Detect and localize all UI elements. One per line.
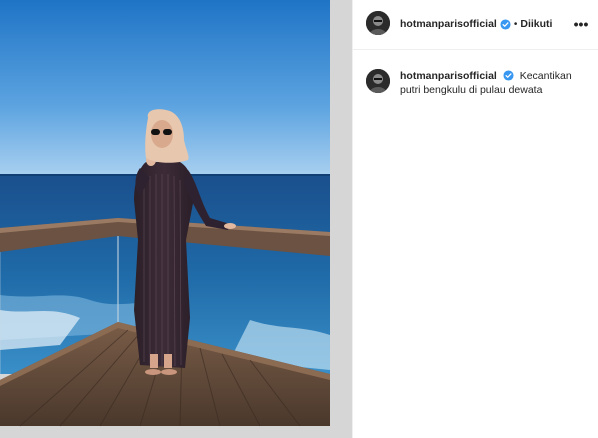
caption-avatar[interactable]: [366, 69, 390, 93]
header-row: hotmanparisofficial • Diikuti: [400, 16, 552, 32]
verified-badge-icon: [500, 18, 511, 30]
post-photo-image: [0, 0, 352, 438]
more-icon: •••: [573, 16, 589, 32]
avatar-image: [366, 11, 390, 35]
caption: hotmanparisofficial Kecantikan putri ben…: [400, 69, 590, 97]
follow-button[interactable]: Diikuti: [520, 18, 552, 30]
post-photo[interactable]: [0, 0, 352, 438]
caption-username-link[interactable]: hotmanparisofficial: [400, 70, 497, 82]
separator-dot: •: [513, 18, 518, 30]
caption-avatar-image: [366, 69, 390, 93]
post-side-panel: hotmanparisofficial • Diikuti ••• hotman…: [352, 0, 598, 438]
caption-verified-badge-icon: [503, 70, 514, 81]
username-link[interactable]: hotmanparisofficial: [400, 18, 497, 30]
post-header: hotmanparisofficial • Diikuti •••: [353, 0, 598, 50]
more-options-button[interactable]: •••: [571, 15, 591, 33]
avatar[interactable]: [366, 11, 390, 35]
